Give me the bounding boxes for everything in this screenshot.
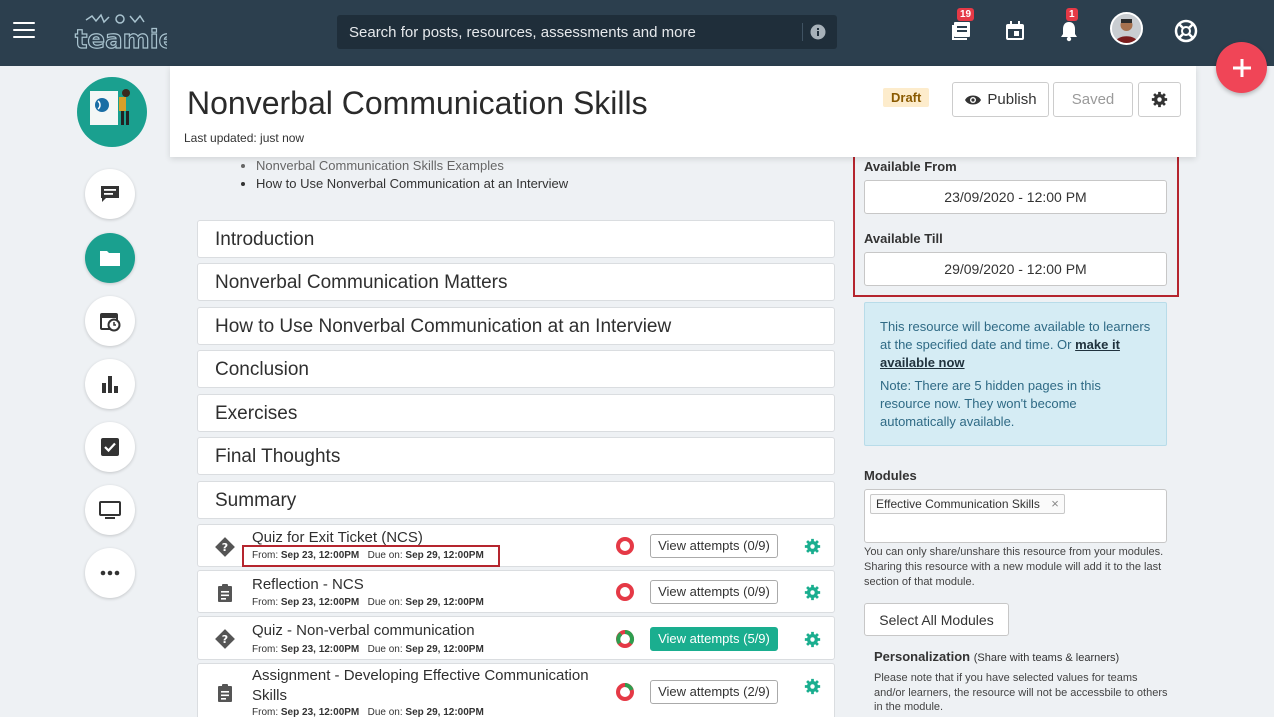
section-nonverbal-matters[interactable]: Nonverbal Communication Matters bbox=[197, 263, 835, 301]
svg-text:teamie: teamie bbox=[75, 25, 167, 54]
select-all-modules-button[interactable]: Select All Modules bbox=[864, 603, 1009, 636]
settings-button[interactable] bbox=[1138, 82, 1181, 117]
attempts-ring-icon bbox=[616, 537, 634, 555]
section-introduction[interactable]: Introduction bbox=[197, 220, 835, 258]
rail-more-button[interactable] bbox=[85, 548, 135, 598]
available-from-field[interactable]: 23/09/2020 - 12:00 PM bbox=[864, 180, 1167, 214]
posts-icon[interactable] bbox=[948, 18, 974, 44]
calendar-icon[interactable] bbox=[1002, 18, 1028, 44]
task-dates: From: Sep 23, 12:00PM Due on: Sep 29, 12… bbox=[252, 644, 484, 655]
gear-icon[interactable] bbox=[804, 678, 821, 695]
page-title: Nonverbal Communication Skills bbox=[187, 85, 648, 121]
rail-posts-button[interactable] bbox=[85, 169, 135, 219]
chat-icon bbox=[101, 186, 119, 202]
teamie-logo[interactable]: teamie bbox=[72, 10, 167, 54]
help-lifebuoy-icon[interactable] bbox=[1173, 18, 1199, 44]
search-divider bbox=[802, 23, 803, 41]
attempts-ring-icon bbox=[616, 583, 634, 601]
publish-button[interactable]: Publish bbox=[952, 82, 1049, 117]
top-bar: teamie 19 1 bbox=[0, 0, 1274, 66]
notifications-badge: 1 bbox=[1066, 8, 1078, 21]
info-text: This resource will become available to l… bbox=[880, 319, 1151, 370]
assignment-icon bbox=[218, 584, 232, 602]
eye-icon bbox=[965, 95, 982, 104]
assignment-icon bbox=[218, 684, 232, 702]
attempts-ring-icon bbox=[616, 683, 634, 701]
personalization-help-text: Please note that if you have selected va… bbox=[874, 672, 1168, 713]
menu-icon[interactable] bbox=[13, 22, 35, 40]
search-input[interactable] bbox=[337, 15, 797, 49]
modules-input[interactable]: Effective Communication Skills × bbox=[864, 489, 1167, 543]
plus-icon bbox=[1232, 58, 1251, 77]
module-chip: Effective Communication Skills × bbox=[870, 494, 1065, 514]
checkbox-icon bbox=[101, 438, 119, 456]
bar-chart-icon bbox=[102, 376, 118, 393]
available-from-label: Available From bbox=[864, 159, 957, 174]
section-final-thoughts[interactable]: Final Thoughts bbox=[197, 437, 835, 475]
rail-classroom-button[interactable] bbox=[85, 485, 135, 535]
bullet-item: Nonverbal Communication Skills Examples bbox=[256, 157, 568, 175]
search-bar[interactable] bbox=[337, 15, 837, 49]
section-how-to-use[interactable]: How to Use Nonverbal Communication at an… bbox=[197, 307, 835, 345]
gear-icon[interactable] bbox=[804, 584, 821, 601]
task-title[interactable]: Reflection - NCS bbox=[252, 576, 364, 593]
section-conclusion[interactable]: Conclusion bbox=[197, 350, 835, 388]
gear-icon[interactable] bbox=[804, 538, 821, 555]
remove-chip-icon[interactable]: × bbox=[1051, 495, 1059, 513]
more-dots-icon bbox=[100, 570, 120, 576]
calendar-clock-icon bbox=[100, 313, 121, 332]
info-icon[interactable] bbox=[810, 24, 826, 40]
personalization-title: Personalization (Share with teams & lear… bbox=[874, 649, 1120, 664]
section-exercises[interactable]: Exercises bbox=[197, 394, 835, 432]
page-header: Nonverbal Communication Skills Last upda… bbox=[170, 66, 1196, 157]
rail-resources-button[interactable] bbox=[85, 233, 135, 283]
available-till-label: Available Till bbox=[864, 231, 943, 246]
rail-schedule-button[interactable] bbox=[85, 296, 135, 346]
rail-analytics-button[interactable] bbox=[85, 359, 135, 409]
hidden-pages-note: Note: There are 5 hidden pages in this r… bbox=[880, 378, 1101, 429]
folder-icon bbox=[100, 251, 120, 266]
gear-icon[interactable] bbox=[804, 631, 821, 648]
rail-tasks-button[interactable] bbox=[85, 422, 135, 472]
quiz-icon: ? bbox=[215, 537, 235, 557]
status-badge: Draft bbox=[883, 88, 930, 107]
posts-badge: 19 bbox=[957, 8, 975, 21]
attempts-ring-icon bbox=[616, 630, 634, 648]
quiz-icon: ? bbox=[215, 629, 235, 649]
gear-icon bbox=[1151, 91, 1168, 108]
available-till-field[interactable]: 29/09/2020 - 12:00 PM bbox=[864, 252, 1167, 286]
create-fab-button[interactable] bbox=[1216, 42, 1267, 93]
task-row[interactable]: Assignment - Developing Effective Commun… bbox=[197, 663, 835, 717]
svg-text:?: ? bbox=[222, 541, 228, 554]
task-title[interactable]: Quiz - Non-verbal communication bbox=[252, 622, 475, 639]
bullet-item: How to Use Nonverbal Communication at an… bbox=[256, 175, 568, 193]
last-updated-text: Last updated: just now bbox=[184, 131, 305, 145]
notifications-icon[interactable] bbox=[1056, 18, 1082, 44]
task-title[interactable]: Assignment - Developing Effective Commun… bbox=[252, 666, 589, 706]
task-title[interactable]: Quiz for Exit Ticket (NCS) bbox=[252, 529, 423, 546]
task-dates: From: Sep 23, 12:00PM Due on: Sep 29, 12… bbox=[252, 707, 484, 717]
svg-text:?: ? bbox=[222, 633, 228, 646]
view-attempts-button[interactable]: View attempts (2/9) bbox=[650, 680, 778, 704]
monitor-icon bbox=[99, 501, 121, 519]
task-row[interactable]: ? Quiz - Non-verbal communication From: … bbox=[197, 616, 835, 660]
saved-button[interactable]: Saved bbox=[1053, 82, 1133, 117]
modules-help-text: You can only share/unshare this resource… bbox=[864, 546, 1164, 588]
view-attempts-button[interactable]: View attempts (0/9) bbox=[650, 580, 778, 604]
course-logo[interactable] bbox=[77, 77, 147, 147]
task-row[interactable]: Reflection - NCS From: Sep 23, 12:00PM D… bbox=[197, 570, 835, 613]
user-avatar[interactable] bbox=[1110, 12, 1143, 45]
task-dates: From: Sep 23, 12:00PM Due on: Sep 29, 12… bbox=[252, 597, 484, 608]
availability-info-box: This resource will become available to l… bbox=[864, 302, 1167, 446]
view-attempts-button[interactable]: View attempts (0/9) bbox=[650, 534, 778, 558]
modules-label: Modules bbox=[864, 468, 917, 483]
view-attempts-button[interactable]: View attempts (5/9) bbox=[650, 627, 778, 651]
section-summary[interactable]: Summary bbox=[197, 481, 835, 519]
dates-highlight-box bbox=[242, 545, 500, 567]
page-bullet-list: Nonverbal Communication Skills Examples … bbox=[256, 157, 568, 193]
